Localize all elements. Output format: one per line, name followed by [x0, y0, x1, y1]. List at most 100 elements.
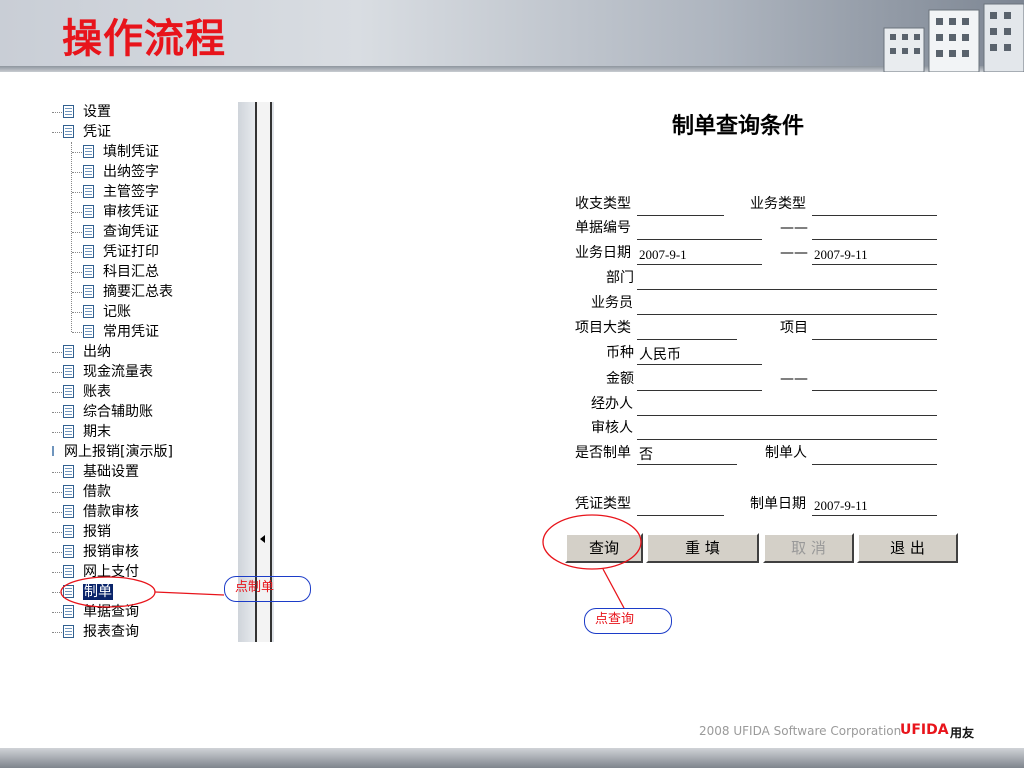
label-doc-no: 单据编号 — [575, 220, 631, 236]
tree-item-doc-query[interactable]: 单据查询 — [52, 602, 139, 622]
document-icon — [63, 105, 74, 118]
make-date-field[interactable]: 2007-9-11 — [812, 496, 937, 516]
tree-item-common-voucher[interactable]: 常用凭证 — [72, 322, 159, 342]
document-icon — [63, 405, 74, 418]
tree-item-supervisor-sign[interactable]: 主管签字 — [72, 182, 159, 202]
tree-item-print-voucher[interactable]: 凭证打印 — [72, 242, 159, 262]
document-icon — [83, 145, 94, 158]
label-amount: 金额 — [606, 371, 634, 387]
label-handler: 经办人 — [591, 396, 633, 412]
currency-field[interactable]: 人民币 — [637, 345, 762, 365]
tree-item-audit-voucher[interactable]: 审核凭证 — [72, 202, 159, 222]
connector-line-query — [602, 568, 625, 609]
connector-line-make — [154, 591, 225, 596]
document-icon — [63, 345, 74, 358]
tree-marker-icon — [52, 446, 54, 456]
document-icon — [63, 365, 74, 378]
query-button[interactable]: 查询 — [565, 533, 643, 563]
label-business-type: 业务类型 — [750, 196, 806, 212]
handler-field[interactable] — [637, 396, 937, 416]
amount-to-field[interactable] — [812, 371, 937, 391]
business-date-to-field[interactable]: 2007-9-11 — [812, 245, 937, 265]
tree-item-online-payment[interactable]: 网上支付 — [52, 562, 139, 582]
label-business-date: 业务日期 — [575, 245, 631, 261]
label-project-category: 项目大类 — [575, 320, 631, 336]
label-make-date: 制单日期 — [750, 496, 806, 512]
tree-item-reimburse[interactable]: 报销 — [52, 522, 111, 542]
tree-item-basic-settings[interactable]: 基础设置 — [52, 462, 139, 482]
label-currency: 币种 — [606, 345, 634, 361]
tree-item-cash-flow[interactable]: 现金流量表 — [52, 362, 153, 382]
label-maker: 制单人 — [765, 445, 807, 461]
annotation-click-make: 点制单 — [224, 576, 311, 602]
tree-item-period-end[interactable]: 期末 — [52, 422, 111, 442]
collapse-arrow-icon[interactable] — [260, 535, 265, 543]
date-range-dash: —— — [780, 245, 808, 261]
tree-item-report-query[interactable]: 报表查询 — [52, 622, 139, 642]
document-icon — [63, 545, 74, 558]
cancel-button[interactable]: 取 消 — [763, 533, 854, 563]
tree-item-loan[interactable]: 借款 — [52, 482, 111, 502]
document-icon — [83, 305, 94, 318]
document-icon — [63, 505, 74, 518]
business-date-from-field[interactable]: 2007-9-1 — [637, 245, 762, 265]
tree-item-loan-audit[interactable]: 借款审核 — [52, 502, 139, 522]
form-title: 制单查询条件 — [672, 114, 805, 139]
business-type-field[interactable] — [812, 196, 937, 216]
buildings-graphic — [883, 3, 1024, 72]
document-icon — [63, 525, 74, 538]
document-icon — [83, 245, 94, 258]
annotation-click-query: 点查询 — [584, 608, 672, 634]
tree-item-abstract-summary[interactable]: 摘要汇总表 — [72, 282, 173, 302]
label-project: 项目 — [780, 320, 808, 336]
amount-range-dash: —— — [780, 371, 808, 387]
document-icon — [63, 625, 74, 638]
reset-button[interactable]: 重 填 — [646, 533, 759, 563]
document-icon — [63, 465, 74, 478]
tree-item-posting[interactable]: 记账 — [72, 302, 131, 322]
amount-from-field[interactable] — [637, 371, 762, 391]
tree-item-reimburse-audit[interactable]: 报销审核 — [52, 542, 139, 562]
tree-item-aux-ledger[interactable]: 综合辅助账 — [52, 402, 153, 422]
project-field[interactable] — [812, 320, 937, 340]
ufida-logo-cn: 用友 — [950, 726, 975, 740]
tree-item-make-voucher[interactable]: 制单 — [52, 582, 113, 602]
tree-item-cashier-sign[interactable]: 出纳签字 — [72, 162, 159, 182]
document-icon — [63, 605, 74, 618]
panel-splitter[interactable] — [238, 102, 274, 642]
income-type-field[interactable] — [637, 196, 724, 216]
tree-item-cashier[interactable]: 出纳 — [52, 342, 111, 362]
doc-no-to-field[interactable] — [812, 220, 937, 240]
doc-no-from-field[interactable] — [637, 220, 762, 240]
tree-item-account-summary[interactable]: 科目汇总 — [72, 262, 159, 282]
maker-field[interactable] — [812, 445, 937, 465]
document-icon — [83, 205, 94, 218]
document-icon — [63, 425, 74, 438]
tree-item-query-voucher[interactable]: 查询凭证 — [72, 222, 159, 242]
label-reviewer: 审核人 — [591, 420, 633, 436]
document-icon — [63, 565, 74, 578]
document-icon — [63, 585, 74, 598]
footer-copyright: 2008 UFIDA Software Corporation — [699, 724, 902, 738]
tree-item-fill-voucher[interactable]: 填制凭证 — [72, 142, 159, 162]
document-icon — [83, 225, 94, 238]
tree-item-settings[interactable]: 设置 — [52, 102, 111, 122]
reviewer-field[interactable] — [637, 420, 937, 440]
page-title: 操作流程 — [62, 16, 226, 62]
document-icon — [63, 485, 74, 498]
voucher-type-field[interactable] — [637, 496, 724, 516]
exit-button[interactable]: 退 出 — [857, 533, 958, 563]
tree-item-voucher[interactable]: 凭证 — [52, 122, 111, 142]
salesperson-field[interactable] — [637, 295, 937, 315]
document-icon — [63, 125, 74, 138]
label-made: 是否制单 — [575, 445, 631, 461]
department-field[interactable] — [637, 270, 937, 290]
document-icon — [83, 185, 94, 198]
label-department: 部门 — [606, 270, 634, 286]
tree-item-ledgers[interactable]: 账表 — [52, 382, 111, 402]
made-field[interactable]: 否 — [637, 445, 737, 465]
footer-band — [0, 748, 1024, 768]
project-category-field[interactable] — [637, 320, 737, 340]
tree-item-online-reimburse[interactable]: 网上报销[演示版] — [52, 442, 173, 462]
ufida-logo: UFIDA — [900, 722, 949, 738]
